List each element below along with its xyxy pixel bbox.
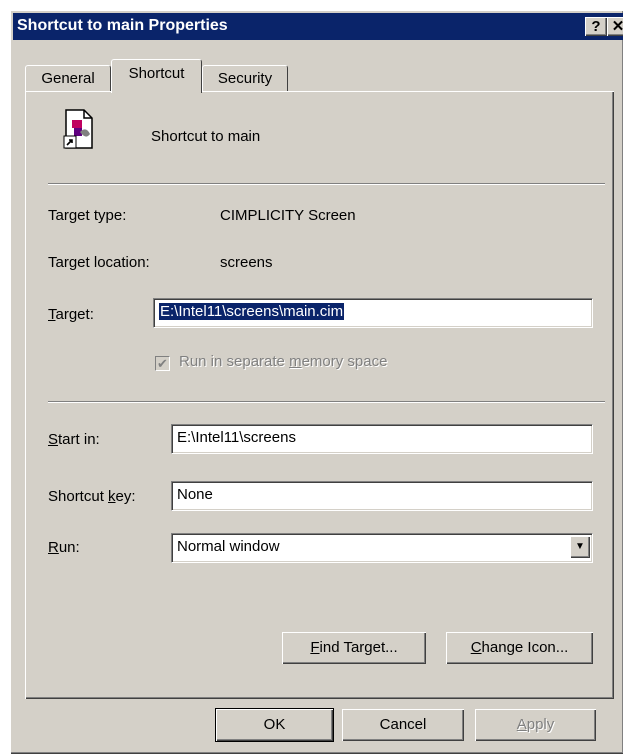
properties-dialog: Shortcut to main Properties ? ✕ General … — [10, 10, 623, 754]
shortcut-name: Shortcut to main — [151, 128, 261, 145]
apply-text: pply — [526, 716, 555, 733]
close-button[interactable]: ✕ — [607, 17, 623, 36]
separate-memory-label-mnemonic: m — [289, 353, 302, 370]
help-button[interactable]: ? — [585, 17, 607, 36]
find-target-button[interactable]: Find Target... — [282, 632, 426, 664]
tab-general[interactable]: General — [25, 65, 111, 92]
cancel-button[interactable]: Cancel — [342, 709, 464, 741]
run-select-value: Normal window — [177, 538, 280, 555]
shortcut-key-label-mnemonic: k — [108, 488, 116, 505]
close-icon: ✕ — [612, 18, 623, 35]
separate-memory-label: Run in separate memory space — [179, 353, 387, 370]
shortcut-key-input[interactable]: None — [171, 481, 593, 511]
apply-mnemonic: A — [516, 716, 527, 733]
separator — [48, 183, 605, 185]
separate-memory-label-post: emory space — [301, 353, 388, 370]
start-in-label-text: tart in: — [58, 431, 100, 448]
target-input[interactable]: E:\Intel11\screens\main.cim — [153, 298, 593, 328]
shortcut-file-icon — [62, 108, 98, 152]
target-type-label: Target type: — [48, 207, 127, 224]
target-label-text: arget: — [55, 306, 94, 323]
shortcut-key-label-post: ey: — [115, 488, 136, 505]
run-label-mnemonic: R — [48, 539, 59, 556]
target-location-value: screens — [220, 254, 273, 271]
start-in-label-mnemonic: S — [48, 431, 59, 448]
change-icon-mnemonic: C — [470, 639, 482, 656]
target-location-label: Target location: — [48, 254, 150, 271]
ok-button[interactable]: OK — [216, 709, 333, 741]
title-bar[interactable]: Shortcut to main Properties ? ✕ — [13, 13, 623, 40]
checkmark-icon: ✔ — [157, 356, 168, 371]
start-in-label: Start in: — [48, 431, 100, 448]
apply-button[interactable]: Apply — [475, 709, 596, 741]
run-label: Run: — [48, 539, 80, 556]
chevron-down-icon[interactable]: ▼ — [570, 536, 590, 558]
target-type-value: CIMPLICITY Screen — [220, 207, 356, 224]
run-select[interactable]: Normal window ▼ — [171, 533, 593, 563]
tab-shortcut[interactable]: Shortcut — [111, 59, 202, 93]
shortcut-tab-panel: Shortcut to main Target type: CIMPLICITY… — [25, 91, 614, 699]
shortcut-key-label: Shortcut key: — [48, 488, 136, 505]
separate-memory-label-pre: Run in separate — [179, 353, 290, 370]
find-target-mnemonic: F — [310, 639, 320, 656]
target-label-mnemonic: T — [48, 306, 56, 323]
start-in-input[interactable]: E:\Intel11\screens — [171, 424, 593, 454]
separate-memory-checkbox[interactable]: ✔ — [155, 356, 170, 371]
target-label: Target: — [48, 306, 94, 323]
window-title: Shortcut to main Properties — [17, 17, 228, 34]
separator — [48, 401, 605, 403]
tab-security[interactable]: Security — [202, 65, 288, 92]
run-label-text: un: — [58, 539, 80, 556]
target-input-value: E:\Intel11\screens\main.cim — [159, 303, 345, 320]
change-icon-text: hange Icon... — [481, 639, 569, 656]
find-target-text: ind Target... — [319, 639, 398, 656]
shortcut-key-label-pre: Shortcut — [48, 488, 109, 505]
change-icon-button[interactable]: Change Icon... — [446, 632, 593, 664]
